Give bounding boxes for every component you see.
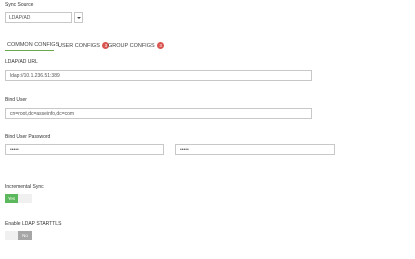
tab-user-configs[interactable]: USER CONFIGS 3 (58, 40, 110, 51)
active-tab-indicator (5, 50, 54, 51)
incremental-sync-label: Incremental Sync (5, 184, 44, 190)
bind-password-label: Bind User Password (5, 134, 51, 140)
incremental-sync-toggle[interactable]: Yes (5, 194, 32, 203)
tab-common-configs[interactable]: COMMON CONFIGS (5, 40, 59, 51)
ldap-url-input[interactable]: ldap://10.1.236.51:389 (5, 70, 312, 81)
sync-source-label: Sync Source (5, 2, 34, 8)
bind-password-input[interactable]: ••••• (5, 144, 164, 155)
tab-label: GROUP CONFIGS (108, 42, 155, 49)
starttls-label: Enable LDAP STARTTLS (5, 221, 62, 227)
sync-source-select[interactable]: LDAP/AD (5, 12, 72, 23)
toggle-state-label: Yes (5, 194, 18, 203)
config-tabs: COMMON CONFIGS USER CONFIGS 3 GROUP CONF… (0, 40, 415, 51)
sync-source-dropdown-button[interactable] (74, 12, 83, 23)
toggle-state-label: No (18, 231, 32, 240)
tab-group-configs[interactable]: GROUP CONFIGS 3 (108, 40, 165, 51)
chevron-down-icon (77, 17, 81, 19)
starttls-toggle[interactable]: No (5, 231, 32, 240)
tab-badge: 3 (157, 42, 165, 49)
bind-user-label: Bind User (5, 97, 27, 103)
bind-password-confirm-input[interactable]: ••••• (175, 144, 335, 155)
ldap-url-label: LDAP/AD URL (5, 59, 38, 65)
bind-user-input[interactable]: cn=root,dc=asseinfo,dc=com (5, 108, 312, 119)
tab-label: COMMON CONFIGS (7, 42, 60, 48)
toggle-off-segment (5, 231, 18, 240)
toggle-off-segment (18, 194, 32, 203)
tab-label: USER CONFIGS (58, 42, 100, 49)
